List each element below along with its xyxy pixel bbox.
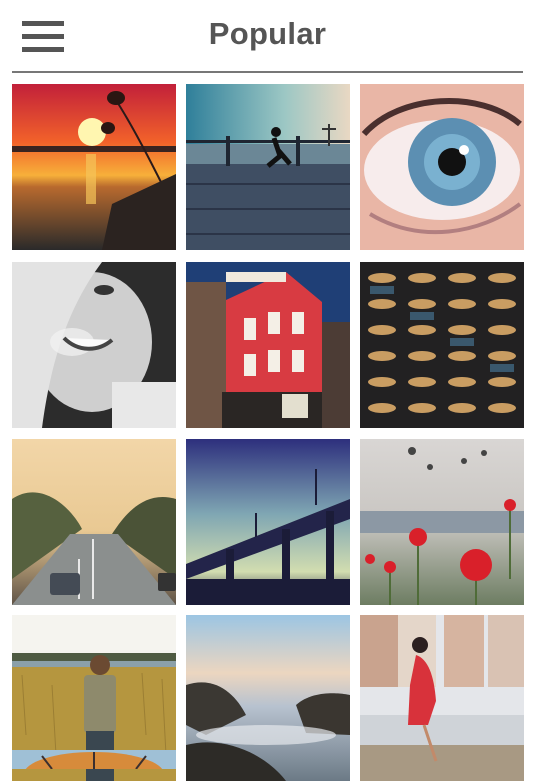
header-divider	[12, 71, 523, 73]
misty-rocky-shore-photo[interactable]	[186, 615, 350, 781]
blue-eye-closeup-photo[interactable]	[360, 84, 524, 250]
highway-sunrise-photo[interactable]	[12, 439, 176, 605]
smiling-woman-bw-photo[interactable]	[12, 262, 176, 428]
page-title: Popular	[208, 16, 327, 51]
hot-air-balloon-photo[interactable]	[12, 750, 176, 769]
sunset-flowers-photo[interactable]	[12, 84, 176, 250]
red-poppies-photo[interactable]	[360, 439, 524, 605]
boardwalk-runner-photo[interactable]	[186, 84, 350, 250]
woman-red-dress-motion-photo[interactable]	[360, 615, 524, 781]
red-building-photo[interactable]	[186, 262, 350, 428]
app-header: Popular	[0, 0, 535, 73]
round-balconies-photo[interactable]	[360, 262, 524, 428]
bridge-dusk-photo[interactable]	[186, 439, 350, 605]
